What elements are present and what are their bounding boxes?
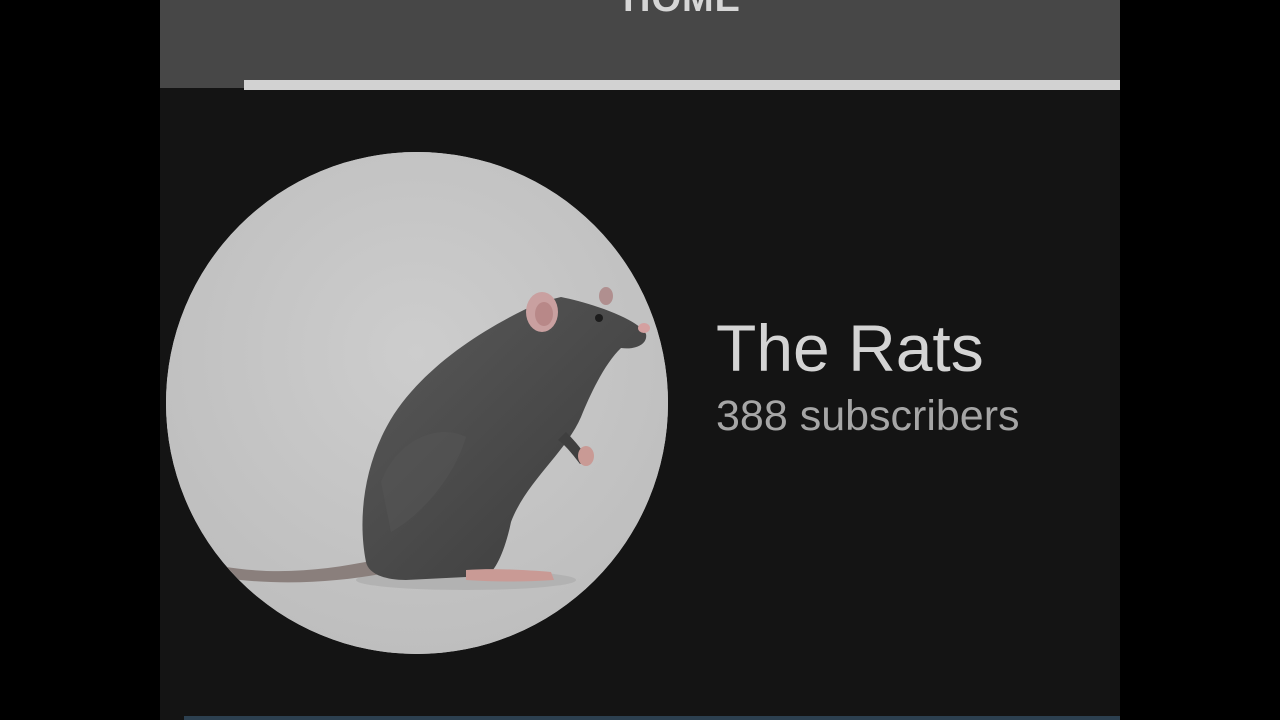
tab-home-label: HOME bbox=[244, 0, 1120, 21]
channel-info: The Rats 388 subscribers bbox=[716, 310, 1020, 444]
channel-screen: HOME bbox=[160, 0, 1120, 720]
bottom-divider bbox=[184, 716, 1120, 720]
channel-tab-bar: HOME bbox=[160, 0, 1120, 88]
tab-home[interactable]: HOME bbox=[244, 0, 1120, 88]
channel-avatar[interactable] bbox=[166, 152, 668, 654]
rat-photo-icon bbox=[166, 152, 668, 654]
subscriber-count: 388 subscribers bbox=[716, 392, 1020, 440]
tab-selected-indicator bbox=[244, 80, 1120, 90]
channel-name[interactable]: The Rats bbox=[716, 310, 1020, 386]
